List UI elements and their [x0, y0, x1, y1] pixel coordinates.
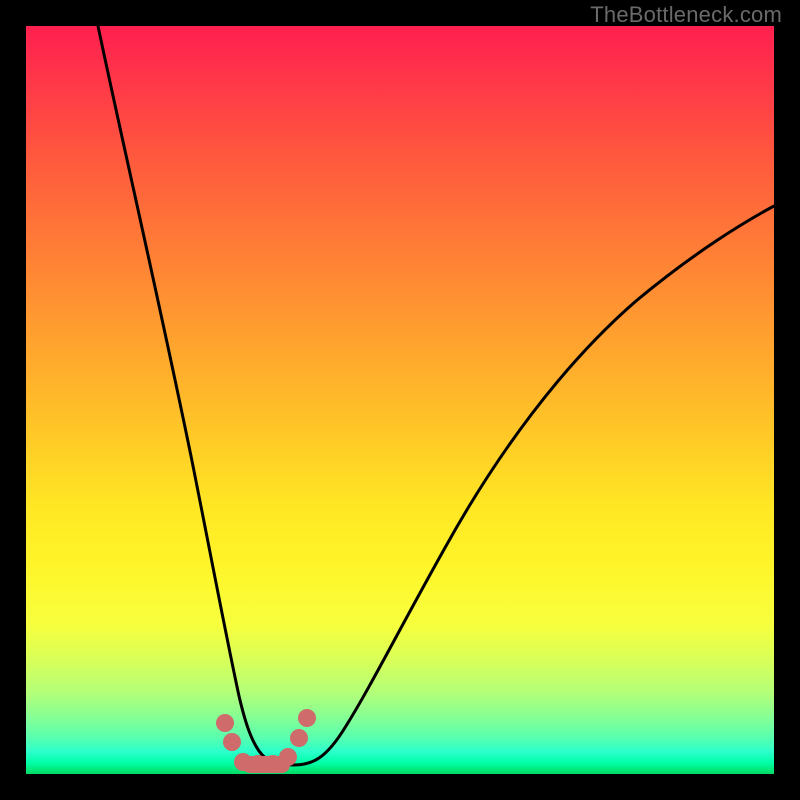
watermark-text: TheBottleneck.com [590, 2, 782, 28]
marker-dot [279, 748, 297, 766]
marker-dot [216, 714, 234, 732]
chart-container: TheBottleneck.com [0, 0, 800, 800]
chart-svg [26, 26, 774, 774]
marker-dot [290, 729, 308, 747]
marker-dot [298, 709, 316, 727]
marker-dot [223, 733, 241, 751]
plot-area [26, 26, 774, 774]
bottleneck-curve [98, 26, 774, 765]
